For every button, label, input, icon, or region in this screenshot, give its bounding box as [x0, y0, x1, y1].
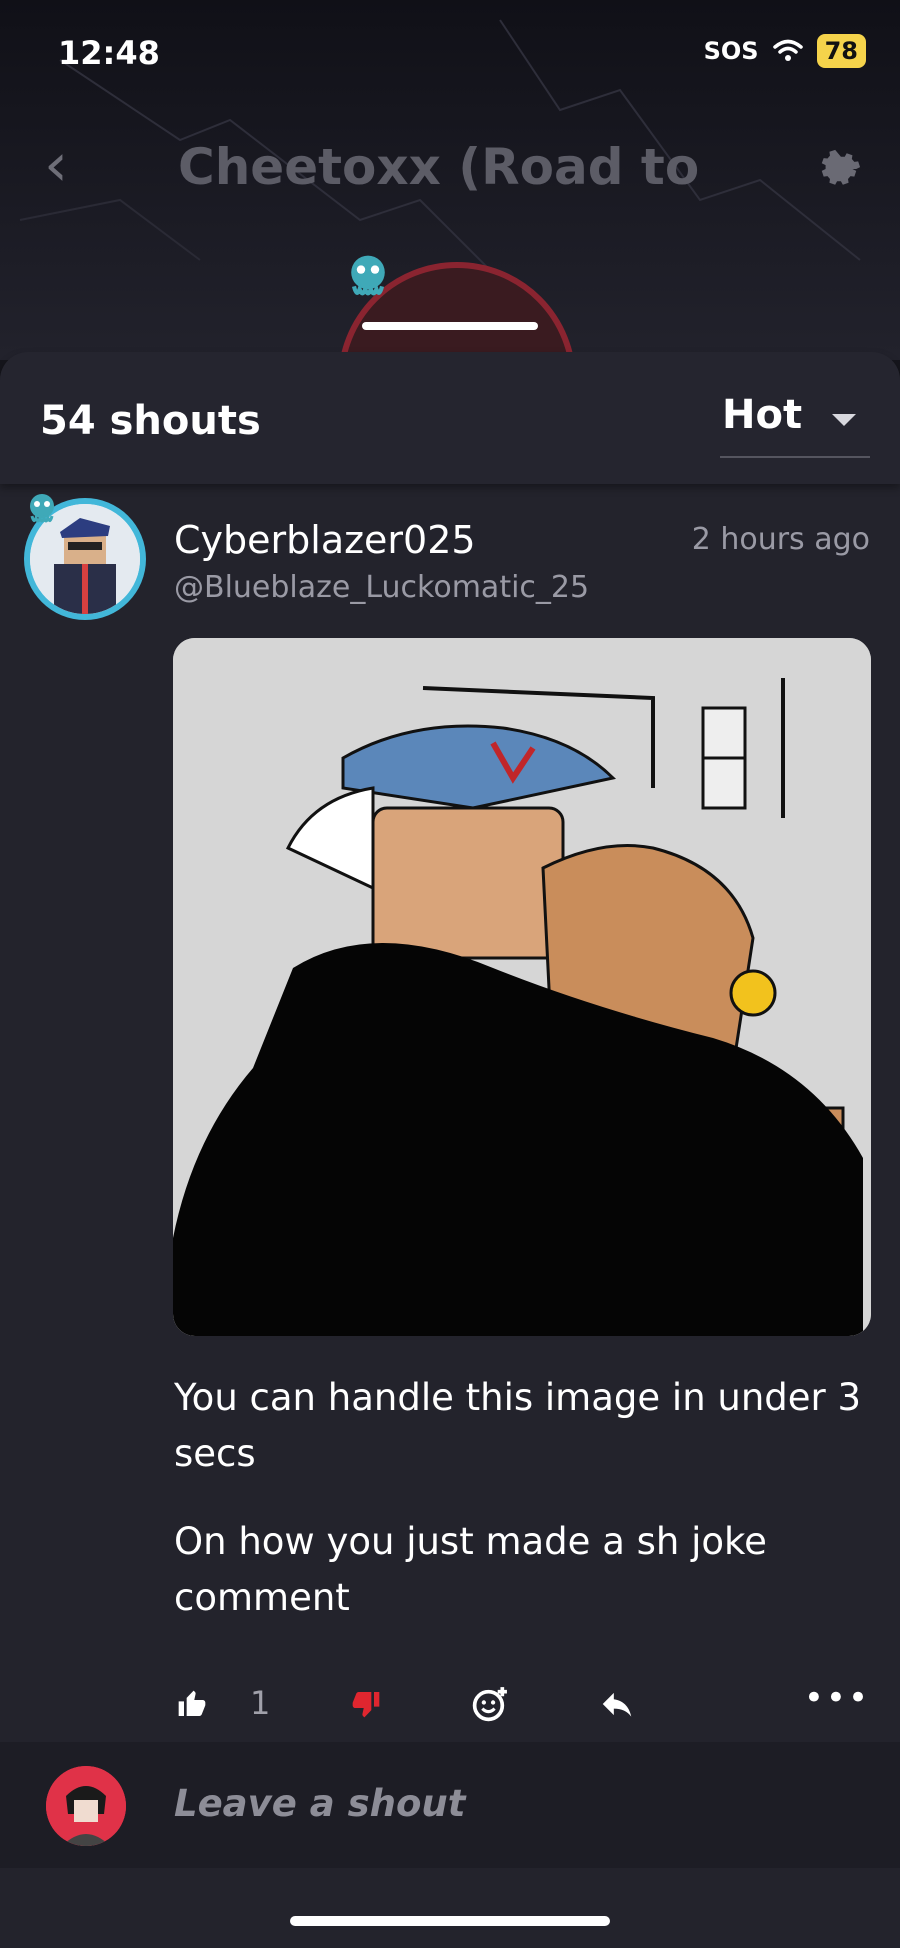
shout-count: 54 shouts [40, 398, 261, 444]
current-user-avatar [46, 1766, 126, 1846]
back-icon[interactable]: ‹ [44, 135, 68, 195]
carrier-label: SOS [703, 37, 759, 65]
author-handle[interactable]: @Blueblaze_Luckomatic_25 [174, 570, 589, 605]
octopus-badge-icon [30, 494, 54, 523]
shout-composer: Leave a shout [0, 1742, 900, 1868]
emoji-add-icon[interactable] [470, 1682, 510, 1726]
gear-icon[interactable] [816, 146, 862, 192]
thumbs-up-icon[interactable] [176, 1682, 208, 1726]
sheet-drag-handle[interactable] [362, 322, 538, 330]
status-time: 12:48 [58, 34, 160, 72]
sheet-header: 54 shouts Hot [0, 352, 900, 484]
shout-input[interactable]: Leave a shout [174, 1782, 465, 1825]
octopus-badge-icon [351, 255, 385, 296]
battery-indicator: 78 [816, 34, 866, 68]
chevron-down-icon [832, 414, 856, 426]
post-image[interactable] [173, 638, 871, 1336]
post-text-line-1: You can handle this image in under 3 sec… [174, 1376, 862, 1475]
status-icons: SOS 78 [704, 34, 866, 68]
post-actions: 1 ••• [0, 1670, 900, 1734]
home-indicator [290, 1916, 610, 1926]
like-count: 1 [250, 1684, 271, 1722]
post-timestamp: 2 hours ago [691, 522, 870, 557]
more-icon[interactable]: ••• [804, 1678, 870, 1718]
thumbs-down-icon[interactable] [350, 1682, 382, 1726]
author-username[interactable]: Cyberblazer025 [174, 518, 476, 562]
page-title: Cheetoxx (Road to 450 [178, 138, 708, 196]
sort-label: Hot [722, 392, 803, 438]
sort-dropdown[interactable]: Hot [720, 392, 870, 458]
reply-icon[interactable] [598, 1682, 636, 1726]
post-text-line-2: On how you just made a sh joke comment [174, 1520, 767, 1619]
wifi-icon [772, 39, 803, 61]
